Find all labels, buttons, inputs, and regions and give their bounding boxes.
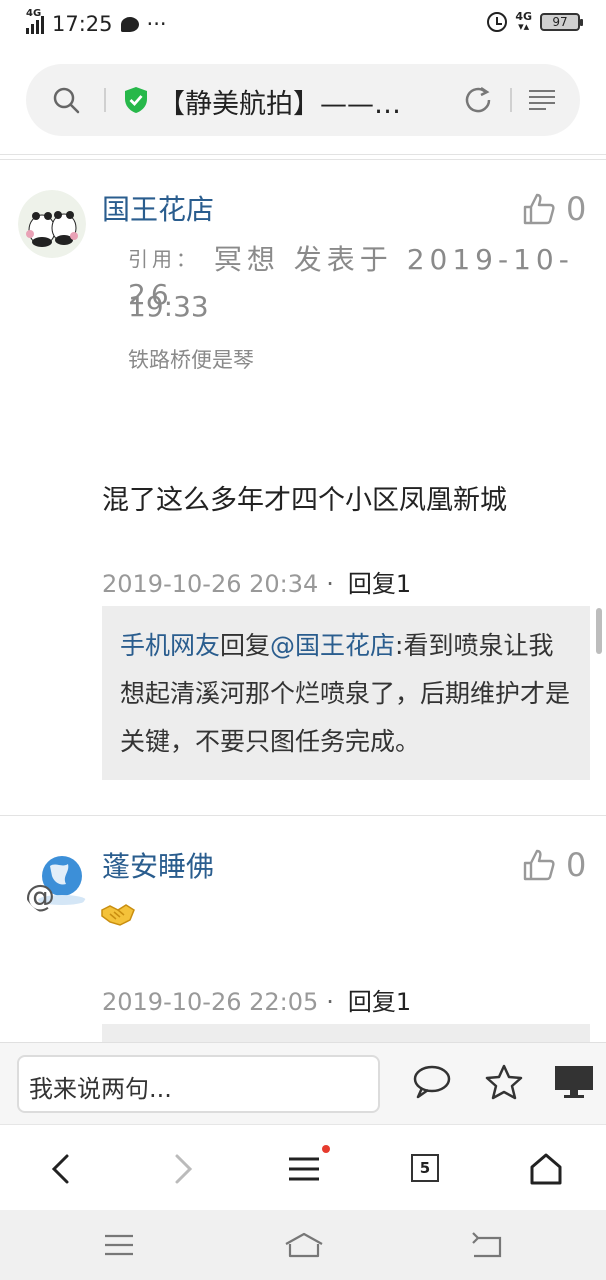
divider (0, 815, 606, 816)
quote-text: 铁路桥便是琴 (128, 348, 254, 372)
system-back-icon[interactable] (470, 1230, 504, 1260)
quote-time: 19:33 (128, 290, 209, 323)
like-count: 0 (566, 190, 587, 228)
favorite-star-icon[interactable] (484, 1063, 524, 1101)
comment-timestamp: 2019-10-26 22:05 (102, 988, 319, 1016)
like-button[interactable]: 0 (522, 190, 586, 228)
security-shield-icon (125, 87, 147, 113)
comment-meta: 2019-10-26 22:05 · 回复1 (102, 988, 412, 1016)
more-notifications: ··· (146, 12, 167, 36)
scrollbar[interactable] (596, 608, 602, 654)
like-button[interactable]: 0 (522, 846, 586, 884)
message-notification-icon (120, 16, 139, 32)
sub-reply-author[interactable]: 手机网友 (120, 631, 220, 660)
back-icon[interactable] (44, 1151, 80, 1187)
tabs-button[interactable]: 5 (411, 1154, 439, 1182)
thumbs-up-icon (523, 849, 555, 881)
address-bar[interactable]: 【静美航拍】——… (26, 64, 580, 136)
clock: 17:25 (52, 12, 113, 36)
comment-input[interactable]: 我来说两句... (17, 1055, 380, 1113)
home-icon[interactable] (528, 1151, 564, 1187)
menu-icon[interactable] (286, 1151, 322, 1187)
desktop-mode-icon[interactable] (554, 1063, 594, 1101)
system-home-icon[interactable] (284, 1230, 324, 1260)
separator (104, 88, 106, 112)
comment-input-bar: 我来说两句... (0, 1042, 606, 1124)
comment-meta: 2019-10-26 20:34 · 回复1 (102, 570, 412, 598)
sub-reply: 手机网友回复@国王花店:看到喷泉让我想起清溪河那个烂喷泉了，后期维护才是关键，不… (102, 606, 590, 780)
divider (0, 159, 606, 160)
sub-reply-target[interactable]: @国王花店 (270, 631, 395, 660)
signal-icon: 4G (26, 8, 44, 34)
comment-icon[interactable] (412, 1063, 452, 1101)
comment-content: 混了这么多年才四个小区凤凰新城 (102, 485, 507, 516)
separator (510, 88, 512, 112)
comment-timestamp: 2019-10-26 20:34 (102, 570, 319, 598)
system-navigation-bar (0, 1210, 606, 1280)
quote-label: 引用： (128, 247, 200, 271)
sub-reply-prefix: 回复 (220, 631, 271, 660)
reload-icon[interactable] (462, 84, 494, 116)
divider (0, 154, 606, 155)
thumbs-up-icon (523, 193, 555, 225)
avatar[interactable] (18, 190, 86, 258)
status-bar: 4G 17:25 ··· 4G ▾▴ 97 (0, 0, 606, 48)
comment-username[interactable]: 国王花店 (102, 188, 214, 228)
mobile-data-icon: 4G ▾▴ (515, 10, 532, 33)
browser-toolbar: 5 (0, 1124, 606, 1210)
reply-button[interactable]: 回复1 (348, 570, 411, 598)
alarm-icon (487, 12, 508, 32)
handshake-emoji (101, 904, 135, 926)
battery-icon: 97 (540, 13, 583, 31)
notification-dot (322, 1145, 330, 1153)
like-count: 0 (566, 846, 587, 884)
comment-username[interactable]: 蓬安睡佛 (102, 845, 214, 885)
avatar[interactable]: @ (22, 848, 90, 916)
reply-button[interactable]: 回复1 (348, 988, 411, 1016)
page-title[interactable]: 【静美航拍】——… (158, 82, 428, 121)
reader-menu-icon[interactable] (528, 88, 556, 112)
forward-icon[interactable] (164, 1151, 200, 1187)
svg-text:@: @ (25, 879, 55, 914)
search-icon[interactable] (52, 86, 80, 114)
recent-apps-icon[interactable] (102, 1230, 136, 1260)
